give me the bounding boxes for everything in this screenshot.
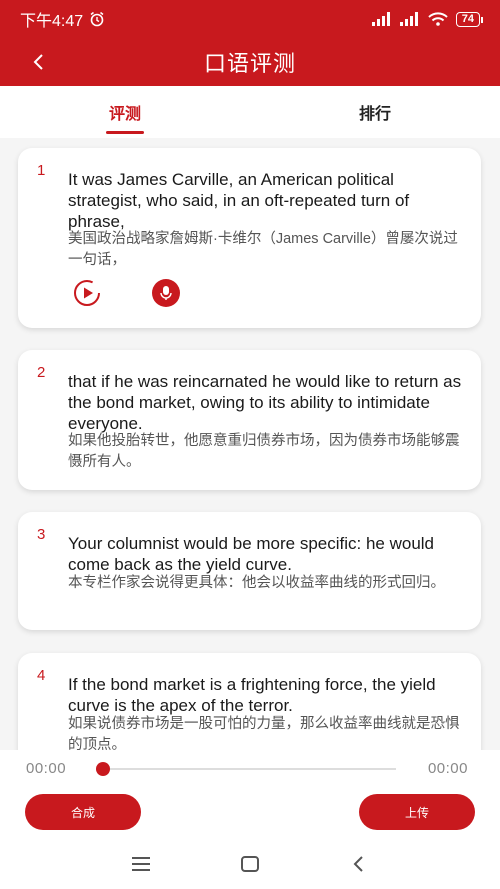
status-time: 下午4:47 <box>20 13 84 30</box>
app-header: 下午4:47 74 口语评测 <box>0 0 500 86</box>
menu-icon <box>132 857 150 871</box>
synthesize-button[interactable]: 合成 <box>25 794 141 830</box>
current-time: 00:00 <box>26 760 67 777</box>
home-button[interactable] <box>238 852 262 876</box>
play-recording-button[interactable] <box>72 278 102 308</box>
sentence-english: that if he was reincarnated he would lik… <box>68 372 462 433</box>
sentence-chinese: 如果他投胎转世，他愿意重归债券市场，因为债券市场能够震慑所有人。 <box>68 433 460 470</box>
sentence-english: It was James Carville, an American polit… <box>68 170 410 231</box>
back-button[interactable] <box>22 46 54 78</box>
sentence-card[interactable]: 2 that if he was reincarnated he would l… <box>18 350 481 490</box>
battery-indicator: 74 <box>455 11 484 27</box>
record-button[interactable] <box>152 279 180 307</box>
back-nav-button[interactable] <box>346 852 370 876</box>
tab-bar: 评测 排行 <box>0 86 500 138</box>
action-bar: 合成 上传 <box>0 788 500 838</box>
sentence-english: If the bond market is a frightening forc… <box>68 675 436 715</box>
microphone-icon <box>160 286 172 300</box>
sentence-number: 1 <box>37 162 46 179</box>
total-time: 00:00 <box>427 760 468 777</box>
status-bar: 下午4:47 74 <box>0 0 500 38</box>
tab-ranking[interactable]: 排行 <box>334 86 416 138</box>
audio-player: 00:00 00:00 <box>0 750 500 788</box>
active-tab-indicator <box>106 131 144 134</box>
sentence-card[interactable]: 1 It was James Carville, an American pol… <box>18 148 481 328</box>
home-icon <box>241 856 259 872</box>
back-icon <box>353 856 363 872</box>
sentence-number: 2 <box>37 364 46 381</box>
signal-hd-icon <box>399 12 418 26</box>
chevron-left-icon <box>33 54 43 70</box>
sentence-english: Your columnist would be more specific: h… <box>68 534 435 574</box>
signal-icon <box>371 12 390 26</box>
progress-knob[interactable] <box>96 762 110 776</box>
sentence-number: 3 <box>37 526 46 543</box>
sentence-number: 4 <box>37 667 46 684</box>
sentence-chinese: 美国政治战略家詹姆斯·卡维尔（James Carville）曾屡次说过一句话， <box>68 231 458 268</box>
progress-track[interactable] <box>96 768 396 770</box>
sentence-card[interactable]: 3 Your columnist would be more specific:… <box>18 512 481 630</box>
sentence-list[interactable]: 1 It was James Carville, an American pol… <box>0 138 500 750</box>
alarm-icon <box>90 11 104 27</box>
sentence-chinese: 本专栏作家会说得更具体：他会以收益率曲线的形式回归。 <box>68 575 445 591</box>
wifi-icon <box>428 12 448 26</box>
system-navigation-bar <box>0 838 500 889</box>
page-title: 口语评测 <box>203 51 296 76</box>
sentence-chinese: 如果说债券市场是一股可怕的力量，那么收益率曲线就是恐惧的顶点。 <box>68 716 460 750</box>
navigation-bar: 口语评测 <box>0 38 500 86</box>
upload-button[interactable]: 上传 <box>359 794 475 830</box>
sentence-card[interactable]: 4 If the bond market is a frightening fo… <box>18 653 481 750</box>
menu-button[interactable] <box>129 852 153 876</box>
